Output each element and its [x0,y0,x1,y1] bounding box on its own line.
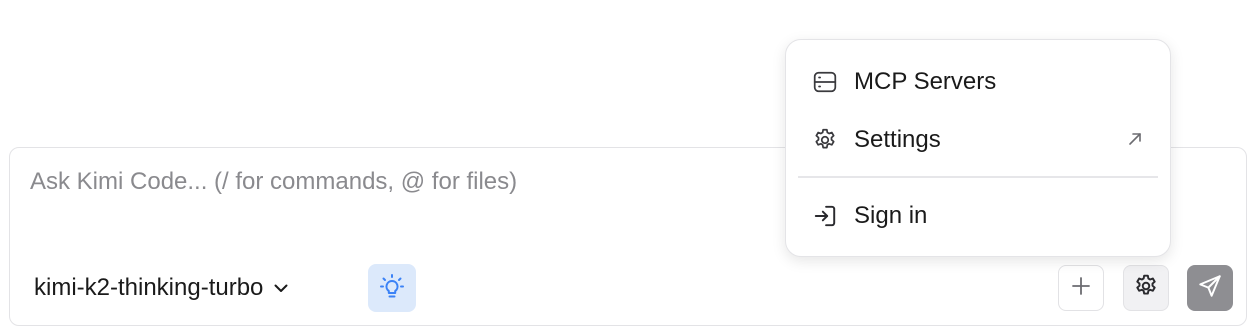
sign-in-icon [812,203,838,229]
gear-icon [1133,273,1159,304]
menu-item-label: Settings [854,126,941,153]
menu-item-label: MCP Servers [854,68,997,95]
external-arrow-icon [1126,130,1144,153]
plus-icon [1070,275,1092,302]
prompt-input[interactable] [30,166,770,198]
menu-item-mcp-servers[interactable]: MCP Servers [798,58,1158,106]
menu-item-settings[interactable]: Settings [798,116,1158,164]
model-selector-label: kimi-k2-thinking-turbo [34,274,264,301]
server-icon [812,69,838,95]
gear-icon [812,127,838,153]
menu-divider [798,176,1158,178]
model-selector[interactable]: kimi-k2-thinking-turbo [34,272,291,304]
menu-item-label: Sign in [854,202,928,229]
settings-menu: MCP Servers Settings Sign in [785,39,1171,257]
settings-button[interactable] [1123,265,1169,311]
lightbulb-icon [378,272,406,305]
chevron-down-icon [271,278,291,298]
add-button[interactable] [1058,265,1104,311]
menu-item-sign-in[interactable]: Sign in [798,192,1158,240]
send-icon [1197,273,1223,304]
send-button[interactable] [1187,265,1233,311]
page: kimi-k2-thinking-turbo [0,0,1258,336]
thinking-toggle-button[interactable] [368,264,416,312]
